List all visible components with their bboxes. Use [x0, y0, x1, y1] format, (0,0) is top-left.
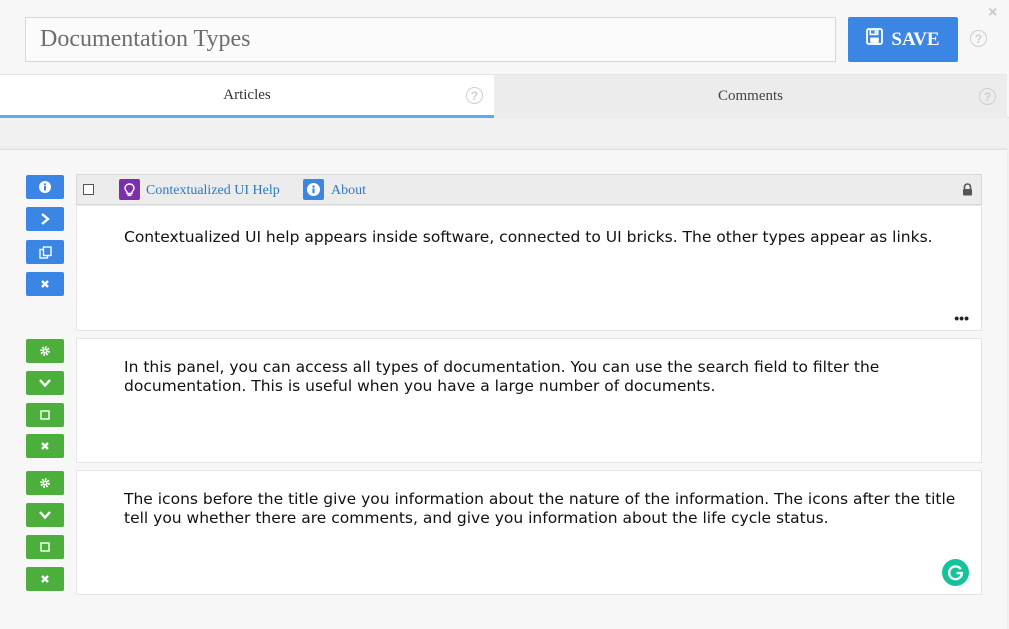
link-contextualized-ui-help[interactable]: Contextualized UI Help	[146, 183, 280, 199]
expand-button[interactable]	[26, 207, 64, 231]
link-about[interactable]: About	[331, 183, 366, 199]
article-card: The icons before the title give you info…	[76, 470, 982, 595]
article-text[interactable]: The icons before the title give you info…	[124, 490, 965, 528]
question-circle-icon[interactable]: ?	[466, 87, 483, 104]
more-icon[interactable]: •••	[954, 311, 969, 325]
floppy-disk-icon	[866, 28, 884, 51]
lock-icon	[962, 183, 973, 201]
info-icon	[39, 181, 51, 193]
tab-comments[interactable]: Comments ?	[494, 74, 1007, 118]
copy-button[interactable]	[26, 240, 64, 264]
tab-articles[interactable]: Articles ?	[0, 74, 494, 118]
close-icon[interactable]: ×	[988, 5, 997, 21]
article-card: In this panel, you can access all types …	[76, 338, 982, 463]
collapse-button[interactable]	[26, 503, 64, 527]
article-text[interactable]: In this panel, you can access all types …	[124, 358, 965, 396]
tab-label: Articles	[223, 86, 271, 103]
remove-button[interactable]	[26, 567, 64, 591]
select-button[interactable]	[26, 403, 64, 427]
chevron-down-icon	[39, 511, 51, 520]
grammarly-icon[interactable]	[942, 559, 969, 586]
close-icon	[41, 575, 49, 583]
article-text[interactable]: Contextualized UI help appears inside so…	[124, 228, 965, 247]
article-card: Contextualized UI help appears inside so…	[76, 205, 982, 331]
gear-icon	[40, 478, 50, 488]
select-button[interactable]	[26, 535, 64, 559]
info-icon	[303, 179, 324, 200]
title-input[interactable]: Documentation Types	[25, 17, 836, 62]
copy-icon	[38, 245, 52, 259]
close-icon	[41, 280, 49, 288]
card-header: Contextualized UI Help About	[76, 174, 982, 205]
settings-button[interactable]	[26, 339, 64, 363]
settings-button[interactable]	[26, 471, 64, 495]
tab-label: Comments	[717, 88, 783, 104]
question-circle-icon[interactable]: ?	[979, 88, 996, 105]
save-button[interactable]: SAVE	[848, 17, 958, 62]
gear-icon	[40, 346, 50, 356]
question-circle-icon[interactable]: ?	[970, 30, 987, 47]
remove-button[interactable]	[26, 434, 64, 458]
checkbox-icon	[40, 410, 50, 420]
chevron-right-icon	[41, 213, 50, 225]
lightbulb-icon	[119, 179, 140, 200]
remove-button[interactable]	[26, 272, 64, 296]
checkbox-icon	[40, 542, 50, 552]
top-panel: Documentation Types SAVE ? × Articles ? …	[0, 0, 1009, 118]
select-checkbox[interactable]	[83, 184, 94, 195]
save-label: SAVE	[891, 28, 940, 50]
collapse-button[interactable]	[26, 371, 64, 395]
close-icon	[41, 442, 49, 450]
chevron-down-icon	[39, 379, 51, 388]
info-button[interactable]	[26, 175, 64, 199]
